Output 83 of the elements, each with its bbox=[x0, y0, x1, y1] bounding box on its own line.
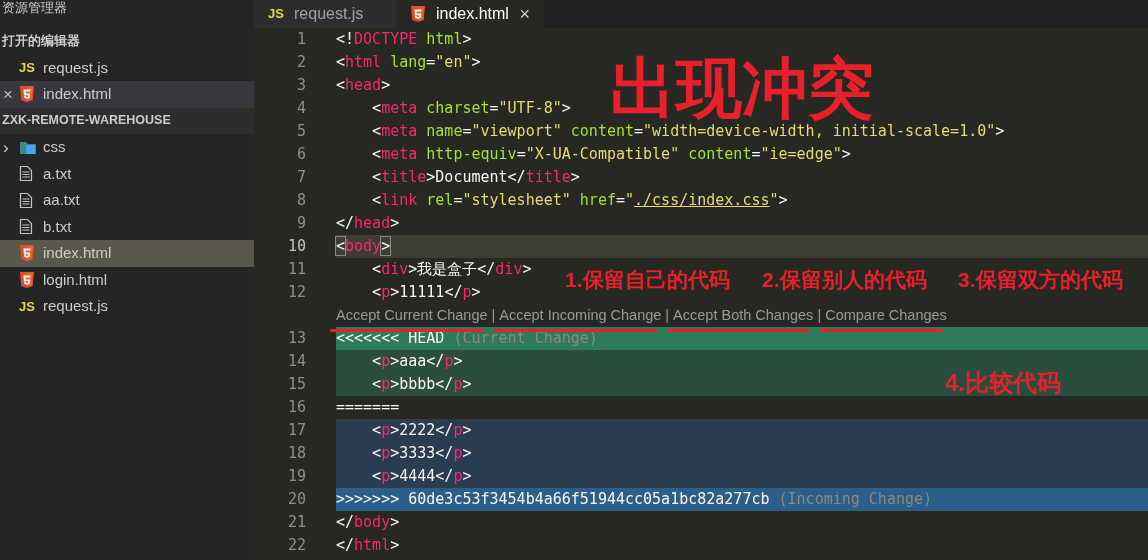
code-line: <p>aaa</p> bbox=[371, 351, 463, 373]
file-tree-item[interactable]: index.html bbox=[0, 240, 254, 267]
code-line: <body> bbox=[336, 236, 391, 258]
codelens-link[interactable]: Accept Incoming Change bbox=[499, 306, 662, 323]
line-number: 13 bbox=[286, 328, 307, 350]
codelens-link[interactable]: Accept Current Change bbox=[336, 306, 488, 323]
line-number: 14 bbox=[286, 351, 307, 373]
file-tree-item[interactable]: a.txt bbox=[0, 160, 254, 187]
line-number: 15 bbox=[286, 374, 307, 396]
code-line: <p>bbbb</p> bbox=[371, 374, 472, 396]
code-line: <p>4444</p> bbox=[371, 466, 472, 488]
open-editor-item[interactable]: JS request.js bbox=[0, 54, 254, 81]
code-line: >>>>>>> 60de3c53f3454b4a66f51944cc05a1bc82a277cb (Incoming Change) bbox=[336, 489, 933, 511]
css-folder-icon bbox=[19, 139, 37, 156]
annotation-label: 3.保留双方的代码 bbox=[958, 268, 1123, 292]
text-file-icon bbox=[19, 218, 33, 236]
chevron-icon[interactable]: › bbox=[0, 134, 19, 160]
line-number: 20 bbox=[286, 489, 307, 511]
html5-shield-icon bbox=[19, 244, 35, 263]
file-tree-item[interactable]: › css bbox=[0, 134, 254, 161]
separator: | bbox=[664, 305, 671, 325]
html5-shield-icon bbox=[19, 270, 35, 289]
line-number: 17 bbox=[286, 420, 307, 442]
file-tree-item[interactable]: aa.txt bbox=[0, 187, 254, 214]
codelens-link[interactable]: Accept Both Changes bbox=[673, 306, 814, 323]
code-line: <head> bbox=[336, 75, 391, 97]
code-line: </head> bbox=[336, 213, 400, 235]
file-tree-item[interactable]: b.txt bbox=[0, 213, 254, 240]
code-line: <p>11111</p> bbox=[371, 282, 481, 304]
code-line: <p>2222</p> bbox=[371, 420, 472, 442]
line-number: 8 bbox=[295, 190, 307, 212]
js-file-icon: JS bbox=[19, 58, 41, 78]
open-editor-item[interactable]: × index.html bbox=[0, 81, 254, 108]
code-line: <div>我是盒子</div> bbox=[371, 259, 532, 281]
js-file-icon: JS bbox=[19, 296, 41, 316]
code-line: <meta name="viewport" content="width=device-width, initial-scale=1.0"> bbox=[371, 122, 1005, 143]
text-file-icon bbox=[19, 165, 33, 183]
code-line: </html> bbox=[336, 535, 400, 557]
line-number: 16 bbox=[286, 397, 307, 419]
line-number: 6 bbox=[295, 144, 307, 166]
code-line: <link rel="stylesheet" href="./css/index.css"> bbox=[371, 190, 788, 212]
editor-tab[interactable]: index.html × bbox=[396, 0, 544, 28]
explorer-title: 资源管理器 bbox=[1, 0, 68, 17]
text-file-icon bbox=[19, 191, 33, 209]
line-number: 7 bbox=[295, 167, 307, 189]
html5-shield-icon bbox=[19, 85, 35, 104]
line-number: 2 bbox=[295, 52, 307, 74]
line-number: 1 bbox=[295, 29, 307, 51]
line-number: 12 bbox=[286, 282, 307, 304]
separator: | bbox=[490, 305, 497, 325]
line-number: 5 bbox=[295, 121, 307, 143]
close-icon[interactable]: × bbox=[0, 81, 19, 107]
line-number: 3 bbox=[295, 75, 307, 97]
line-number: 18 bbox=[286, 443, 307, 465]
line-number: 21 bbox=[286, 512, 307, 534]
code-line: <html lang="en"> bbox=[336, 52, 481, 74]
code-line: <meta charset="UTF-8"> bbox=[371, 98, 571, 120]
code-line: <p>3333</p> bbox=[371, 443, 472, 465]
annotation-title: 出现冲突 bbox=[610, 52, 874, 124]
line-number: 19 bbox=[286, 466, 307, 488]
file-tree-item[interactable]: JS request.js bbox=[0, 293, 254, 320]
js-file-icon: JS bbox=[268, 4, 290, 24]
file-tree-item[interactable]: login.html bbox=[0, 266, 254, 293]
editor-tab[interactable]: JS request.js bbox=[254, 0, 396, 28]
code-line: <meta http-equiv="X-UA-Compatible" content="ie=edge"> bbox=[371, 144, 851, 166]
html5-shield-icon bbox=[410, 5, 426, 23]
codelens-link[interactable]: Compare Changes bbox=[825, 306, 947, 323]
code-line: <!DOCTYPE html> bbox=[336, 29, 472, 51]
annotation-label: 2.保留别人的代码 bbox=[762, 268, 927, 292]
section-header[interactable]: 打开的编辑器 bbox=[0, 28, 254, 55]
code-line: </body> bbox=[336, 512, 400, 534]
line-number: 11 bbox=[286, 259, 307, 281]
annotation-label: 4.比较代码 bbox=[945, 368, 1061, 398]
code-line: <title>Document</title> bbox=[371, 167, 580, 189]
code-line: ======= bbox=[336, 397, 400, 419]
annotation-label: 1.保留自己的代码 bbox=[565, 268, 730, 292]
line-number: 9 bbox=[295, 213, 307, 235]
separator: | bbox=[816, 305, 823, 325]
line-number: 4 bbox=[295, 98, 307, 120]
line-number: 22 bbox=[286, 535, 307, 557]
line-number: 10 bbox=[286, 236, 307, 258]
section-header[interactable]: ZXK-REMOTE-WAREHOUSE bbox=[0, 107, 254, 134]
close-icon[interactable]: × bbox=[519, 0, 530, 28]
